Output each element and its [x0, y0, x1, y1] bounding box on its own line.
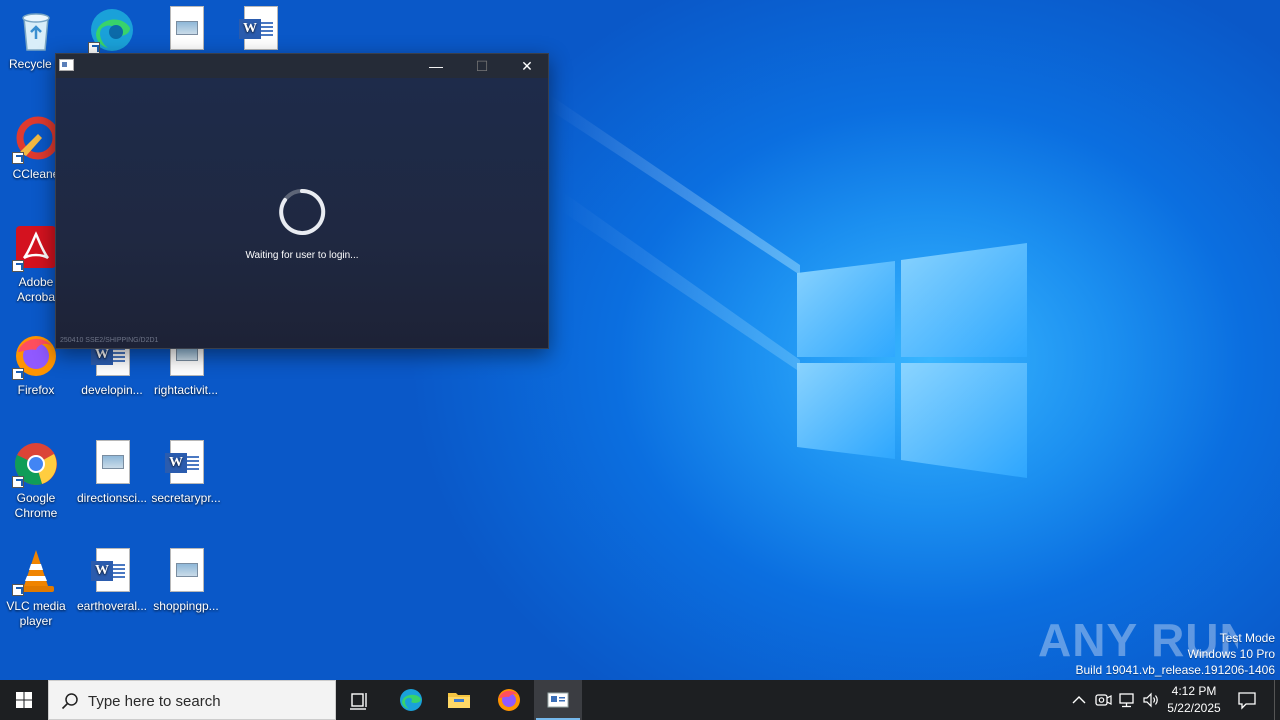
os-edition-text: Windows 10 Pro: [1187, 647, 1275, 661]
taskbar-search-box[interactable]: Type here to search: [48, 680, 336, 720]
desktop-icon-label-line1: Google: [16, 491, 56, 505]
word-document-icon: W: [88, 548, 136, 596]
taskbar: Type here to search 4:12 PM 5/22/2025: [0, 680, 1280, 720]
desktop-icon-label: shoppingp...: [153, 599, 219, 613]
login-wait-window[interactable]: — ☐ ✕ Waiting for user to login... 25041…: [55, 53, 549, 349]
desktop-icon-google-chrome[interactable]: Google Chrome: [0, 440, 74, 521]
image-file-icon: [88, 440, 136, 488]
image-file-icon: [162, 548, 210, 596]
windows-start-icon: [16, 692, 32, 708]
search-placeholder: Type here to search: [88, 693, 221, 710]
test-mode-text: Test Mode: [1219, 631, 1275, 645]
action-center-notification-icon[interactable]: [1236, 689, 1258, 711]
recycle-bin-icon: [12, 6, 60, 54]
taskbar-login-app-button[interactable]: [534, 680, 582, 720]
desktop-icon-label: secretarypr...: [151, 491, 221, 505]
desktop-icon-secretarypr[interactable]: W secretarypr...: [148, 440, 224, 506]
chrome-icon: [12, 440, 60, 488]
vlc-cone-icon: [12, 548, 60, 596]
word-document-icon: W: [162, 440, 210, 488]
adobe-acrobat-icon: [12, 224, 60, 272]
file-explorer-icon: [448, 693, 470, 708]
task-view-icon: [350, 693, 367, 710]
search-icon: [61, 693, 78, 710]
word-document-icon: W: [236, 6, 284, 54]
network-icon[interactable]: [1117, 690, 1137, 710]
edge-icon: [400, 689, 422, 711]
minimize-button[interactable]: —: [413, 54, 459, 78]
desktop-icon-image-file[interactable]: [148, 6, 224, 57]
taskbar-clock[interactable]: 4:12 PM 5/22/2025: [1160, 683, 1228, 717]
window-titlebar[interactable]: — ☐ ✕: [56, 54, 548, 78]
login-status-text: Waiting for user to login...: [245, 250, 359, 261]
app-window-icon: [547, 692, 569, 708]
desktop-icon-label: Firefox: [17, 383, 55, 397]
desktop-icon-word-file[interactable]: W: [222, 6, 298, 57]
loading-spinner-icon: [279, 188, 326, 235]
show-desktop-button[interactable]: [1274, 680, 1280, 720]
build-tag-text: 250410 SSE2/SHIPPING/D2D1: [60, 337, 159, 344]
ccleaner-icon: [12, 116, 60, 164]
desktop-icon-directionsci[interactable]: directionsci...: [74, 440, 150, 506]
show-hidden-icons-chevron-up-icon[interactable]: [1069, 690, 1089, 710]
desktop-icon-label: developin...: [81, 383, 143, 397]
firefox-icon: [498, 689, 520, 711]
close-button[interactable]: ✕: [504, 54, 550, 78]
clock-date: 5/22/2025: [1167, 701, 1221, 715]
desktop-icon-earthoveral[interactable]: W earthoveral...: [74, 548, 150, 614]
desktop-icon-vlc[interactable]: VLC media player: [0, 548, 74, 629]
desktop-icon-label: rightactivit...: [153, 383, 219, 397]
shortcut-arrow-icon: [12, 260, 24, 272]
desktop-icon-label-line2: player: [19, 614, 53, 628]
window-body: Waiting for user to login... 250410 SSE2…: [56, 78, 548, 348]
meet-now-camera-icon[interactable]: [1093, 690, 1113, 710]
app-window-icon: [59, 59, 74, 71]
os-build-text: Build 19041.vb_release.191206-1406: [1075, 663, 1276, 677]
taskbar-file-explorer-button[interactable]: [435, 680, 483, 720]
desktop-icon-label: earthoveral...: [76, 599, 148, 613]
shortcut-arrow-icon: [12, 152, 24, 164]
desktop-icon-shoppingp[interactable]: shoppingp...: [148, 548, 224, 614]
volume-speaker-icon[interactable]: [1141, 690, 1161, 710]
system-watermark-info: Test Mode Windows 10 Pro Build 19041.vb_…: [1076, 630, 1276, 678]
desktop-icon-label-line1: VLC media: [6, 599, 66, 613]
desktop-icon-label: directionsci...: [76, 491, 148, 505]
firefox-icon: [12, 332, 60, 380]
image-file-icon: [162, 6, 210, 54]
shortcut-arrow-icon: [12, 584, 24, 596]
start-button[interactable]: [0, 680, 48, 720]
maximize-button: ☐: [475, 58, 489, 74]
shortcut-arrow-icon: [12, 476, 24, 488]
desktop-icon-label-line2: Chrome: [14, 506, 58, 520]
clock-time: 4:12 PM: [1171, 684, 1217, 698]
task-view-button[interactable]: [336, 680, 384, 720]
shortcut-arrow-icon: [12, 368, 24, 380]
desktop-icon-edge[interactable]: [74, 6, 150, 57]
taskbar-firefox-button[interactable]: [485, 680, 533, 720]
edge-icon: [88, 6, 136, 54]
taskbar-edge-button[interactable]: [387, 680, 435, 720]
